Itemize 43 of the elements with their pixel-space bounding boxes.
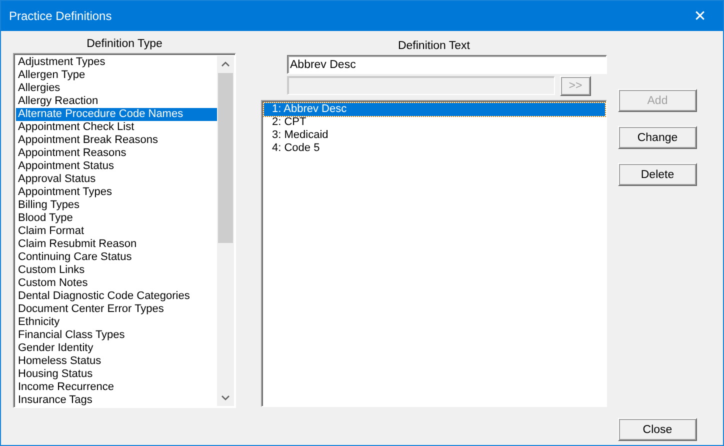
list-item[interactable]: Blood Type [16, 212, 217, 225]
list-item[interactable]: 4: Code 5 [264, 142, 605, 155]
list-item[interactable]: Appointment Status [16, 160, 217, 173]
list-item[interactable]: Claim Resubmit Reason [16, 238, 217, 251]
list-item[interactable]: Income Recurrence [16, 381, 217, 394]
close-button[interactable]: ✕ [677, 1, 723, 31]
action-button[interactable]: Delete [618, 163, 697, 186]
list-item[interactable]: Appointment Break Reasons [16, 134, 217, 147]
list-item[interactable]: Billing Types [16, 199, 217, 212]
list-item[interactable]: Insurance Tags [16, 394, 217, 407]
list-item[interactable]: Homeless Status [16, 355, 217, 368]
list-item[interactable]: Adjustment Types [16, 56, 217, 69]
list-item[interactable]: Claim Format [16, 225, 217, 238]
list-item[interactable]: Custom Links [16, 264, 217, 277]
list-item[interactable]: Gender Identity [16, 342, 217, 355]
list-item[interactable]: Continuing Care Status [16, 251, 217, 264]
list-item[interactable]: Allergies [16, 82, 217, 95]
list-item[interactable]: Appointment Check List [16, 121, 217, 134]
action-button[interactable]: Change [618, 126, 697, 149]
list-item[interactable]: Ethnicity [16, 316, 217, 329]
list-item[interactable]: Dental Diagnostic Code Categories [16, 290, 217, 303]
list-item[interactable]: Appointment Reasons [16, 147, 217, 160]
list-item[interactable]: Custom Notes [16, 277, 217, 290]
list-item[interactable]: Document Center Error Types [16, 303, 217, 316]
window-title: Practice Definitions [9, 9, 112, 23]
definition-text-field[interactable]: Abbrev Desc [287, 55, 607, 74]
list-item[interactable]: 3: Medicaid [264, 129, 605, 142]
list-item[interactable]: 1: Abbrev Desc [264, 103, 605, 116]
list-item[interactable]: Appointment Types [16, 186, 217, 199]
list-item[interactable]: Housing Status [16, 368, 217, 381]
close-dialog-button[interactable]: Close [618, 418, 697, 441]
list-caption: Definition Type [86, 37, 162, 52]
list-item[interactable]: 2: CPT [264, 116, 605, 129]
scroll-thumb[interactable] [218, 73, 233, 243]
list-item[interactable]: Allergy Reaction [16, 95, 217, 108]
list-item[interactable]: Alternate Procedure Code Names [16, 108, 217, 121]
list-item[interactable]: Financial Class Types [16, 329, 217, 342]
definition-type-list[interactable] [13, 53, 236, 408]
list-item[interactable]: Allergen Type [16, 69, 217, 82]
definition-text-list[interactable]: 1: Abbrev Desc 2: CPT 3: Medicaid 4: Code 5 [261, 100, 607, 407]
list-caption: Definition Text [398, 39, 470, 54]
list-item[interactable]: Approval Status [16, 173, 217, 186]
scrollbar[interactable] [217, 56, 234, 406]
